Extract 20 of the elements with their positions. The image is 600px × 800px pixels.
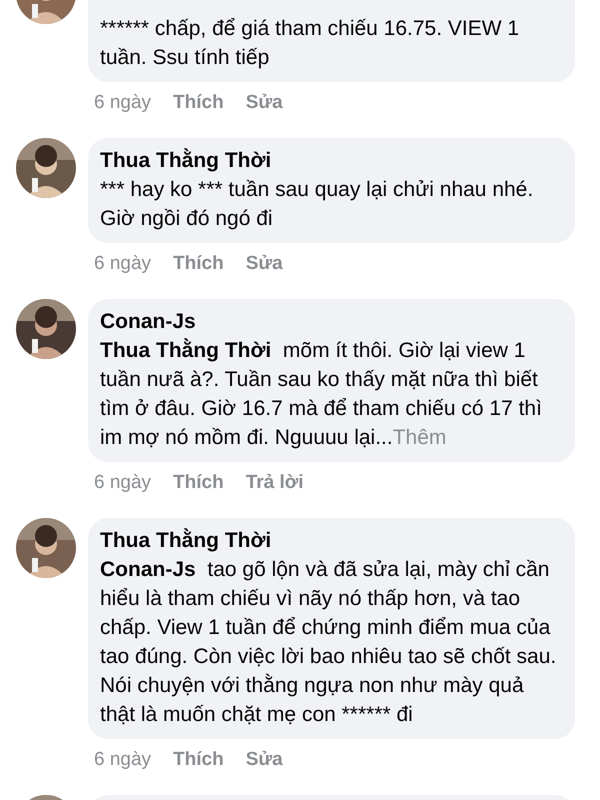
comment-action-button[interactable]: Sửa (246, 251, 283, 277)
comment-action-button[interactable]: Sửa (246, 90, 283, 116)
comment-time: 6 ngày (94, 252, 152, 276)
comment-action-button[interactable]: Sửa (246, 747, 283, 773)
like-button[interactable]: Thích (173, 251, 224, 277)
comment-text: ****** chấp, để giá tham chiếu 16.75. VIEW 1 tuần. Ssu tính tiếp (100, 17, 520, 69)
like-button[interactable]: Thích (173, 470, 224, 496)
comment-action-button[interactable]: Trả lời (246, 470, 304, 496)
author-name[interactable]: Thua Thằng Thời (100, 146, 563, 175)
like-button[interactable]: Thích (173, 747, 224, 773)
comment-text: Conan-Js tao gõ lộn và đã sửa lại, mày chỉ cần hiểu là tham chiếu vì nãy nó thấp hơn, và tao chấp. View 1 tuần để chứng minh điểm mua của tao đúng. Còn việc lời bao nhiêu tao sẽ chốt sau. Nói chuyện với thằng ngựa non như mày quả thật là muốn chặt mẹ con ****** đi (100, 558, 558, 726)
see-more-link[interactable]: Thêm (392, 426, 446, 449)
comment-time: 6 ngày (94, 91, 152, 115)
comment-time: 6 ngày (94, 748, 152, 772)
author-name[interactable]: Conan-Js (100, 307, 563, 336)
comment-text: Thua Thằng Thời mõm ít thôi. Giờ lại view 1 tuần nưã à?. Tuần sau ko thấy mặt nữa thì biết tìm ở đâu. Giờ 16.7 mà để tham chiếu có 17 thì im mợ nó mồm đi. Nguuuu lại...Thêm (100, 339, 543, 449)
like-button[interactable]: Thích (173, 90, 224, 116)
comment-time: 6 ngày (94, 471, 152, 495)
comment-text: *** hay ko *** tuần sau quay lại chửi nhau nhé. Giờ ngồi đó ngó đi (100, 178, 534, 230)
author-name[interactable]: Thua Thằng Thời (100, 526, 563, 555)
